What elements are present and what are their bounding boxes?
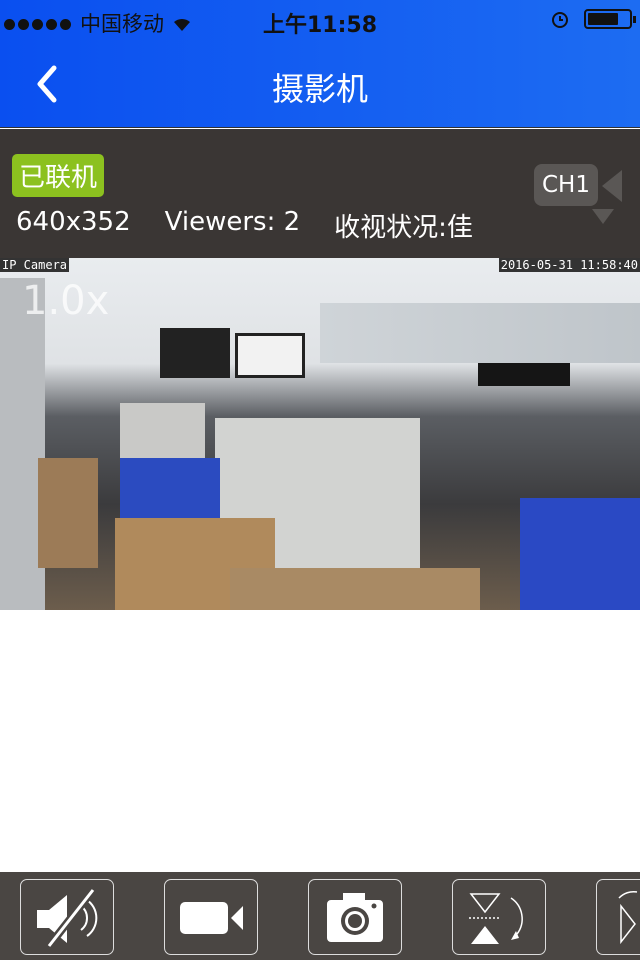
channel-selector[interactable]: CH1 — [534, 164, 598, 206]
speaker-mute-icon — [37, 887, 98, 949]
play-icon — [618, 890, 638, 945]
mute-button[interactable] — [20, 879, 114, 955]
status-badge: 已联机 — [12, 154, 105, 197]
viewers: Viewers: 2 — [164, 207, 301, 237]
camera-info-panel: 已联机 640x352 Viewers: 2 收视状况:佳 CH1 — [0, 129, 640, 258]
camera-icon — [602, 170, 622, 202]
chevron-down-icon[interactable] — [592, 209, 614, 224]
resolution: 640x352 — [16, 207, 131, 237]
flip-button[interactable] — [452, 879, 546, 955]
quality: 收视状况:佳 — [334, 213, 473, 243]
page-title: 摄影机 — [271, 70, 368, 108]
status-bar: 中国移动 上午11:58 — [0, 0, 640, 40]
bottom-toolbar — [0, 872, 640, 960]
status-time: 上午11:58 — [262, 13, 378, 38]
next-button[interactable] — [596, 879, 640, 955]
alarm-icon — [552, 12, 568, 28]
video-timestamp: 2016-05-31 11:58:40 — [498, 258, 640, 272]
battery-icon — [584, 9, 636, 29]
snapshot-button[interactable] — [308, 879, 402, 955]
zoom-level: 1.0x — [22, 278, 110, 324]
nav-bar: 摄影机 — [0, 40, 640, 128]
camera-label: IP Camera — [0, 258, 70, 272]
flip-icon — [469, 893, 523, 944]
camera-icon — [327, 893, 383, 942]
video-camera-icon — [180, 902, 243, 934]
record-button[interactable] — [164, 879, 258, 955]
video-feed[interactable]: IP Camera 2016-05-31 11:58:40 1.0x — [0, 258, 640, 610]
